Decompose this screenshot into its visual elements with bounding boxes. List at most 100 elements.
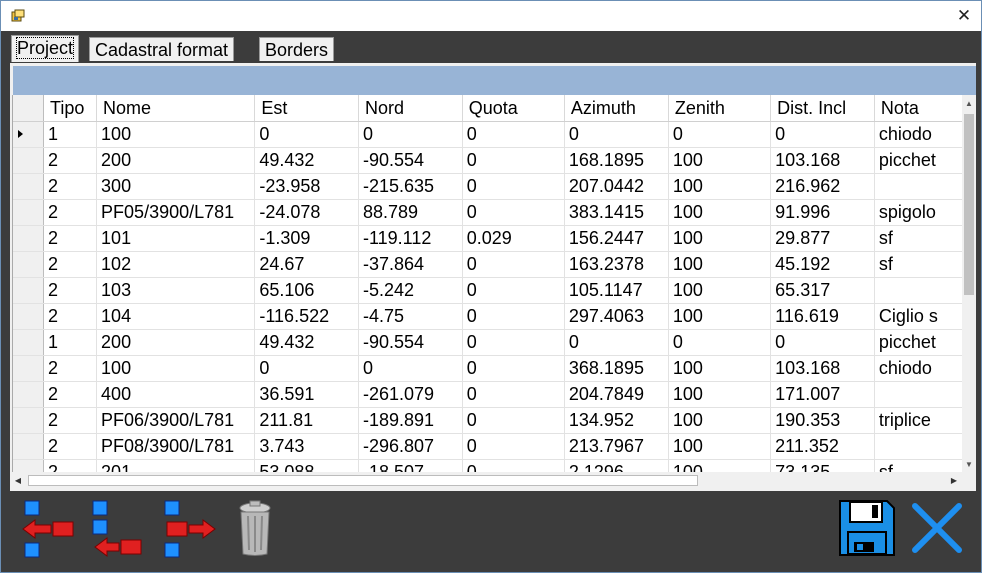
cell-quota[interactable]: 0 [462, 251, 565, 278]
cell-quota[interactable]: 0 [462, 355, 565, 382]
cell-nota[interactable]: chiodo [874, 121, 963, 148]
cell-zenith[interactable]: 100 [668, 459, 772, 472]
cell-nome[interactable]: 100 [96, 121, 256, 148]
cell-quota[interactable]: 0 [462, 147, 565, 174]
table-row[interactable]: 2 PF06/3900/L781 211.81 -189.891 0 134.952 100… [13, 407, 963, 434]
table-row[interactable]: 1 100 0 0 0 0 0 0 chiodo [13, 121, 963, 148]
cell-dist-incl[interactable]: 0 [770, 121, 875, 148]
cell-nome[interactable]: 100 [96, 355, 256, 382]
cell-azimuth[interactable]: 163.2378 [564, 251, 669, 278]
cell-azimuth[interactable]: 168.1895 [564, 147, 669, 174]
cell-dist-incl[interactable]: 171.007 [770, 381, 875, 408]
tab-project[interactable]: Project [11, 35, 80, 62]
row-indicator[interactable] [13, 355, 45, 382]
cell-nome[interactable]: 200 [96, 147, 256, 174]
cell-zenith[interactable]: 100 [668, 433, 772, 460]
cell-azimuth[interactable]: 156.2447 [564, 225, 669, 252]
column-header-quota[interactable]: Quota [462, 95, 565, 122]
cell-est[interactable]: 49.432 [254, 329, 359, 356]
cell-tipo[interactable]: 2 [43, 277, 98, 304]
cell-est[interactable]: 49.432 [254, 147, 359, 174]
cell-nord[interactable]: -90.554 [358, 329, 463, 356]
cell-azimuth[interactable]: 134.952 [564, 407, 669, 434]
cell-est[interactable]: -1.309 [254, 225, 359, 252]
cell-tipo[interactable]: 2 [43, 303, 98, 330]
cell-quota[interactable]: 0 [462, 381, 565, 408]
cell-zenith[interactable]: 100 [668, 381, 772, 408]
tab-cadastral-format[interactable]: Cadastral format [89, 37, 235, 61]
row-indicator[interactable] [13, 407, 45, 434]
cell-tipo[interactable]: 2 [43, 355, 98, 382]
horizontal-scrollbar[interactable]: ◀ ▶ [10, 472, 962, 489]
column-header-zenith[interactable]: Zenith [668, 95, 772, 122]
table-row[interactable]: 2 400 36.591 -261.079 0 204.7849 100 171.007 [13, 381, 963, 408]
cell-nota[interactable]: triplice [874, 407, 963, 434]
cell-est[interactable]: 53.088 [254, 459, 359, 472]
cell-nome[interactable]: 300 [96, 173, 256, 200]
cell-est[interactable]: 0 [254, 355, 359, 382]
cell-nord[interactable]: -18.507 [358, 459, 463, 472]
cell-zenith[interactable]: 100 [668, 199, 772, 226]
row-indicator[interactable] [13, 459, 45, 472]
cell-est[interactable]: -116.522 [254, 303, 359, 330]
cell-quota[interactable]: 0 [462, 433, 565, 460]
cell-tipo[interactable]: 2 [43, 381, 98, 408]
cell-zenith[interactable]: 100 [668, 173, 772, 200]
cell-nota[interactable] [874, 173, 963, 200]
cell-tipo[interactable]: 2 [43, 173, 98, 200]
cell-nota[interactable] [874, 381, 963, 408]
cell-est[interactable]: 65.106 [254, 277, 359, 304]
cell-nome[interactable]: 400 [96, 381, 256, 408]
cell-nome[interactable]: 104 [96, 303, 256, 330]
cell-nota[interactable]: Ciglio s [874, 303, 963, 330]
cell-quota[interactable]: 0 [462, 303, 565, 330]
table-row[interactable]: 2 103 65.106 -5.242 0 105.1147 100 65.317 [13, 277, 963, 304]
table-row[interactable]: 2 300 -23.958 -215.635 0 207.0442 100 216.962 [13, 173, 963, 200]
move-down-left-button[interactable] [87, 498, 147, 558]
cell-zenith[interactable]: 100 [668, 355, 772, 382]
cell-tipo[interactable]: 2 [43, 407, 98, 434]
cell-nome[interactable]: PF08/3900/L781 [96, 433, 256, 460]
cell-nome[interactable]: PF05/3900/L781 [96, 199, 256, 226]
column-header-azimuth[interactable]: Azimuth [564, 95, 669, 122]
horizontal-scroll-thumb[interactable] [28, 475, 698, 486]
cell-azimuth[interactable]: 207.0442 [564, 173, 669, 200]
cell-dist-incl[interactable]: 45.192 [770, 251, 875, 278]
column-header-dist-incl[interactable]: Dist. Incl [770, 95, 875, 122]
cell-est[interactable]: 24.67 [254, 251, 359, 278]
close-button[interactable] [909, 500, 965, 556]
row-indicator[interactable] [13, 199, 45, 226]
cell-dist-incl[interactable]: 91.996 [770, 199, 875, 226]
cell-tipo[interactable]: 2 [43, 199, 98, 226]
delete-button[interactable] [233, 500, 277, 558]
cell-nord[interactable]: 0 [358, 355, 463, 382]
cell-quota[interactable]: 0 [462, 329, 565, 356]
table-row[interactable]: 2 200 49.432 -90.554 0 168.1895 100 103.168 picc… [13, 147, 963, 174]
cell-nord[interactable]: 0 [358, 121, 463, 148]
cell-nord[interactable]: -215.635 [358, 173, 463, 200]
cell-azimuth[interactable]: 297.4063 [564, 303, 669, 330]
cell-est[interactable]: -24.078 [254, 199, 359, 226]
row-indicator[interactable] [13, 251, 45, 278]
column-header-nome[interactable]: Nome [96, 95, 256, 122]
table-row[interactable]: 2 102 24.67 -37.864 0 163.2378 100 45.192 sf [13, 251, 963, 278]
row-indicator[interactable] [13, 381, 45, 408]
cell-est[interactable]: -23.958 [254, 173, 359, 200]
cell-dist-incl[interactable]: 216.962 [770, 173, 875, 200]
column-header-est[interactable]: Est [254, 95, 359, 122]
vertical-scroll-thumb[interactable] [964, 114, 974, 295]
scroll-down-icon[interactable]: ▼ [962, 456, 976, 472]
row-indicator[interactable] [13, 277, 45, 304]
cell-azimuth[interactable]: 105.1147 [564, 277, 669, 304]
cell-nota[interactable]: picchet [874, 147, 963, 174]
cell-quota[interactable]: 0 [462, 121, 565, 148]
table-row[interactable]: 2 100 0 0 0 368.1895 100 103.168 chiodo [13, 355, 963, 382]
cell-est[interactable]: 211.81 [254, 407, 359, 434]
scroll-right-icon[interactable]: ▶ [946, 472, 962, 489]
cell-nord[interactable]: -37.864 [358, 251, 463, 278]
row-indicator[interactable] [13, 121, 45, 148]
vertical-scrollbar[interactable]: ▲ ▼ [962, 95, 976, 472]
cell-zenith[interactable]: 100 [668, 225, 772, 252]
cell-dist-incl[interactable]: 65.317 [770, 277, 875, 304]
cell-azimuth[interactable]: 2.1296 [564, 459, 669, 472]
